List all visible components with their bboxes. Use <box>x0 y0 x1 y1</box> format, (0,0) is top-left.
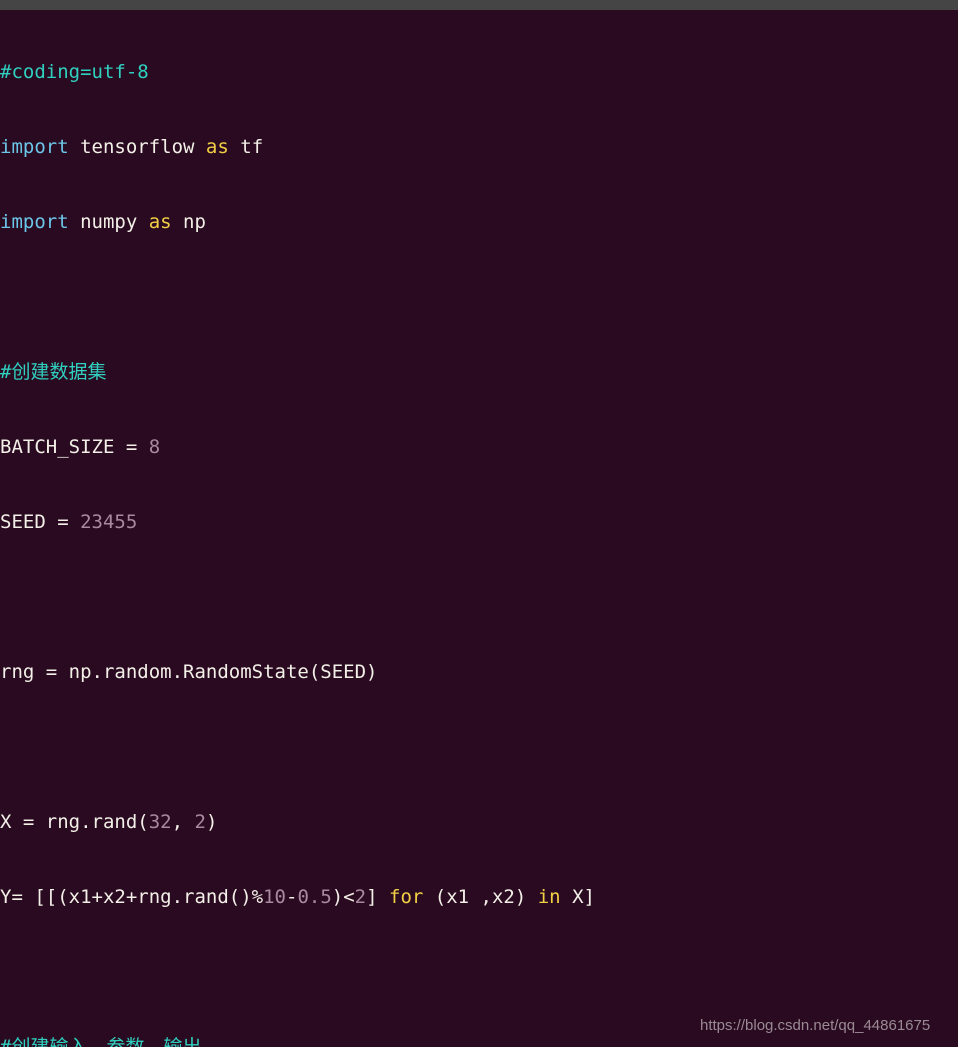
token-text: (x1 ,x2) <box>423 886 538 908</box>
token-number: 2 <box>194 811 206 833</box>
code-line: rng = np.random.RandomState(SEED) <box>0 660 958 685</box>
token-keyword-in: in <box>537 886 561 908</box>
token-comment: #创建输入，参数，输出 <box>0 1036 202 1047</box>
token-keyword: import <box>0 211 69 233</box>
code-line: import tensorflow as tf <box>0 135 958 160</box>
window-titlebar <box>0 0 958 10</box>
token-keyword-for: for <box>389 886 424 908</box>
token-keyword-as: as <box>148 211 172 233</box>
code-line: #coding=utf-8 <box>0 60 958 85</box>
code-line: #创建数据集 <box>0 360 958 385</box>
token-text: Y= [[(x1+x2+rng.rand()% <box>0 886 264 908</box>
token-number: 32 <box>148 811 172 833</box>
token-text: , <box>171 811 195 833</box>
token-text: BATCH_SIZE = <box>0 436 149 458</box>
token-text: numpy <box>68 211 149 233</box>
token-number: 10 <box>263 886 286 908</box>
token-text: X = rng.rand( <box>0 811 149 833</box>
code-line: SEED = 23455 <box>0 510 958 535</box>
code-line: X = rng.rand(32, 2) <box>0 810 958 835</box>
token-text: rng = np.random.RandomState(SEED) <box>0 661 378 683</box>
token-text: ] <box>366 886 390 908</box>
code-line: BATCH_SIZE = 8 <box>0 435 958 460</box>
csdn-watermark: https://blog.csdn.net/qq_44861675 <box>700 1017 931 1034</box>
token-text: SEED = <box>0 511 81 533</box>
token-number: 2 <box>354 886 367 908</box>
token-text: - <box>286 886 298 908</box>
token-comment: #coding=utf-8 <box>0 61 149 83</box>
token-comment: #创建数据集 <box>0 361 107 383</box>
token-text: ) <box>205 811 218 833</box>
token-number: 23455 <box>80 511 138 533</box>
code-line: Y= [[(x1+x2+rng.rand()%10-0.5)<2] for (x… <box>0 885 958 910</box>
token-text: X] <box>560 886 595 908</box>
token-text: )< <box>331 886 355 908</box>
code-line: import numpy as np <box>0 210 958 235</box>
code-editor-content[interactable]: #coding=utf-8 import tensorflow as tf im… <box>0 10 958 1047</box>
screenshot-root: #coding=utf-8 import tensorflow as tf im… <box>0 0 958 1047</box>
token-number: 8 <box>148 436 161 458</box>
token-text: tf <box>228 136 264 158</box>
code-line: #创建输入，参数，输出 <box>0 1035 958 1047</box>
token-text: tensorflow <box>68 136 206 158</box>
token-number: 0.5 <box>297 886 332 908</box>
token-keyword: import <box>0 136 69 158</box>
token-text: np <box>171 211 206 233</box>
token-keyword-as: as <box>205 136 229 158</box>
